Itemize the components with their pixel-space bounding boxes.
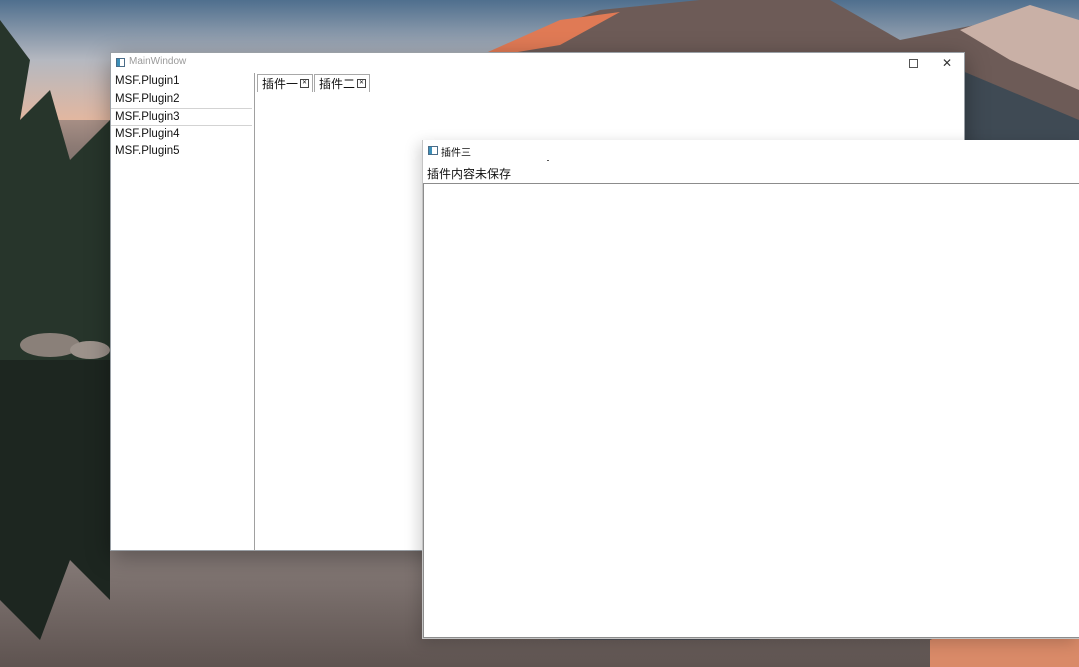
plugin-window-titlebar[interactable]: 插件三: [423, 140, 1079, 160]
plugin-tab-strip: 插件一 ✕ 插件二 ✕: [257, 74, 371, 93]
plugin-window: 插件三 插件内容未保存: [422, 140, 1079, 639]
window-title: MainWindow: [129, 56, 187, 67]
app-icon: [116, 58, 125, 67]
tab-plugin-two[interactable]: 插件二 ✕: [314, 74, 371, 92]
close-box-icon[interactable]: ✕: [357, 79, 367, 88]
plugin-list-item-1[interactable]: MSF.Plugin1: [111, 73, 254, 91]
plugin-list-item-5[interactable]: MSF.Plugin5: [111, 143, 254, 161]
plugin-list[interactable]: MSF.Plugin1 MSF.Plugin2 MSF.Plugin3 MSF.…: [111, 73, 255, 551]
close-box-icon[interactable]: ✕: [300, 79, 310, 88]
plugin-content-textarea[interactable]: [423, 183, 1079, 638]
close-icon: ✕: [941, 56, 953, 70]
main-window-titlebar[interactable]: MainWindow ✕: [111, 53, 964, 73]
plugin-list-item-3[interactable]: MSF.Plugin3: [111, 108, 252, 126]
tab-label: 插件二: [319, 77, 356, 91]
plugin-list-item-2[interactable]: MSF.Plugin2: [111, 91, 254, 109]
tab-label: 插件一: [262, 77, 299, 91]
stray-pixel: [547, 160, 549, 161]
plugin-window-title: 插件三: [441, 148, 471, 159]
tab-plugin-one[interactable]: 插件一 ✕: [257, 74, 314, 92]
maximize-icon: [908, 58, 918, 68]
close-button[interactable]: ✕: [930, 53, 964, 73]
app-icon: [428, 146, 438, 155]
plugin-list-item-4[interactable]: MSF.Plugin4: [111, 126, 254, 144]
maximize-button[interactable]: [896, 53, 930, 73]
unsaved-content-label: 插件内容未保存: [427, 167, 512, 181]
